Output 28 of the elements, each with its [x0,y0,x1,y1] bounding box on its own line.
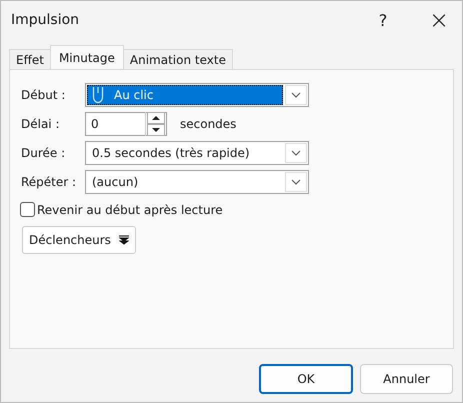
double-chevron-down-icon [118,235,129,245]
field-label: Délai : [21,117,61,131]
help-button[interactable]: ? [360,1,406,39]
field-label: Durée : [21,146,66,160]
dropdown[interactable]: (aucun) [85,170,309,194]
tab[interactable]: Effet [9,49,51,69]
triggers-button[interactable]: Déclencheurs [22,226,136,254]
close-button[interactable]: × [416,1,462,39]
field-label: Début : [21,88,66,102]
mouse-icon [92,86,104,104]
dialog-button[interactable]: Annuler [360,364,453,394]
chevron-down-icon [291,179,301,185]
dropdown-value: (aucun) [92,175,138,189]
chevron-down-icon [291,92,301,98]
tab[interactable]: Animation texte [122,49,233,69]
chevron-down-icon [291,150,301,156]
field-label: Répéter : [21,175,78,189]
checkbox-label: Revenir au début après lecture [37,202,223,216]
dropdown-value: 0.5 secondes (très rapide) [92,146,250,160]
dropdown[interactable]: 0.5 secondes (très rapide) [85,141,309,165]
window-title: Impulsion [11,12,80,28]
checkbox[interactable] [20,202,35,217]
dropdown-value: Au clic [114,88,154,102]
dropdown[interactable]: Au clic [85,83,309,107]
tab[interactable]: Minutage [50,45,124,69]
dialog-button[interactable]: OK [259,364,353,394]
unit-label: secondes [180,117,236,131]
number-spinner[interactable]: 0 [85,112,167,136]
